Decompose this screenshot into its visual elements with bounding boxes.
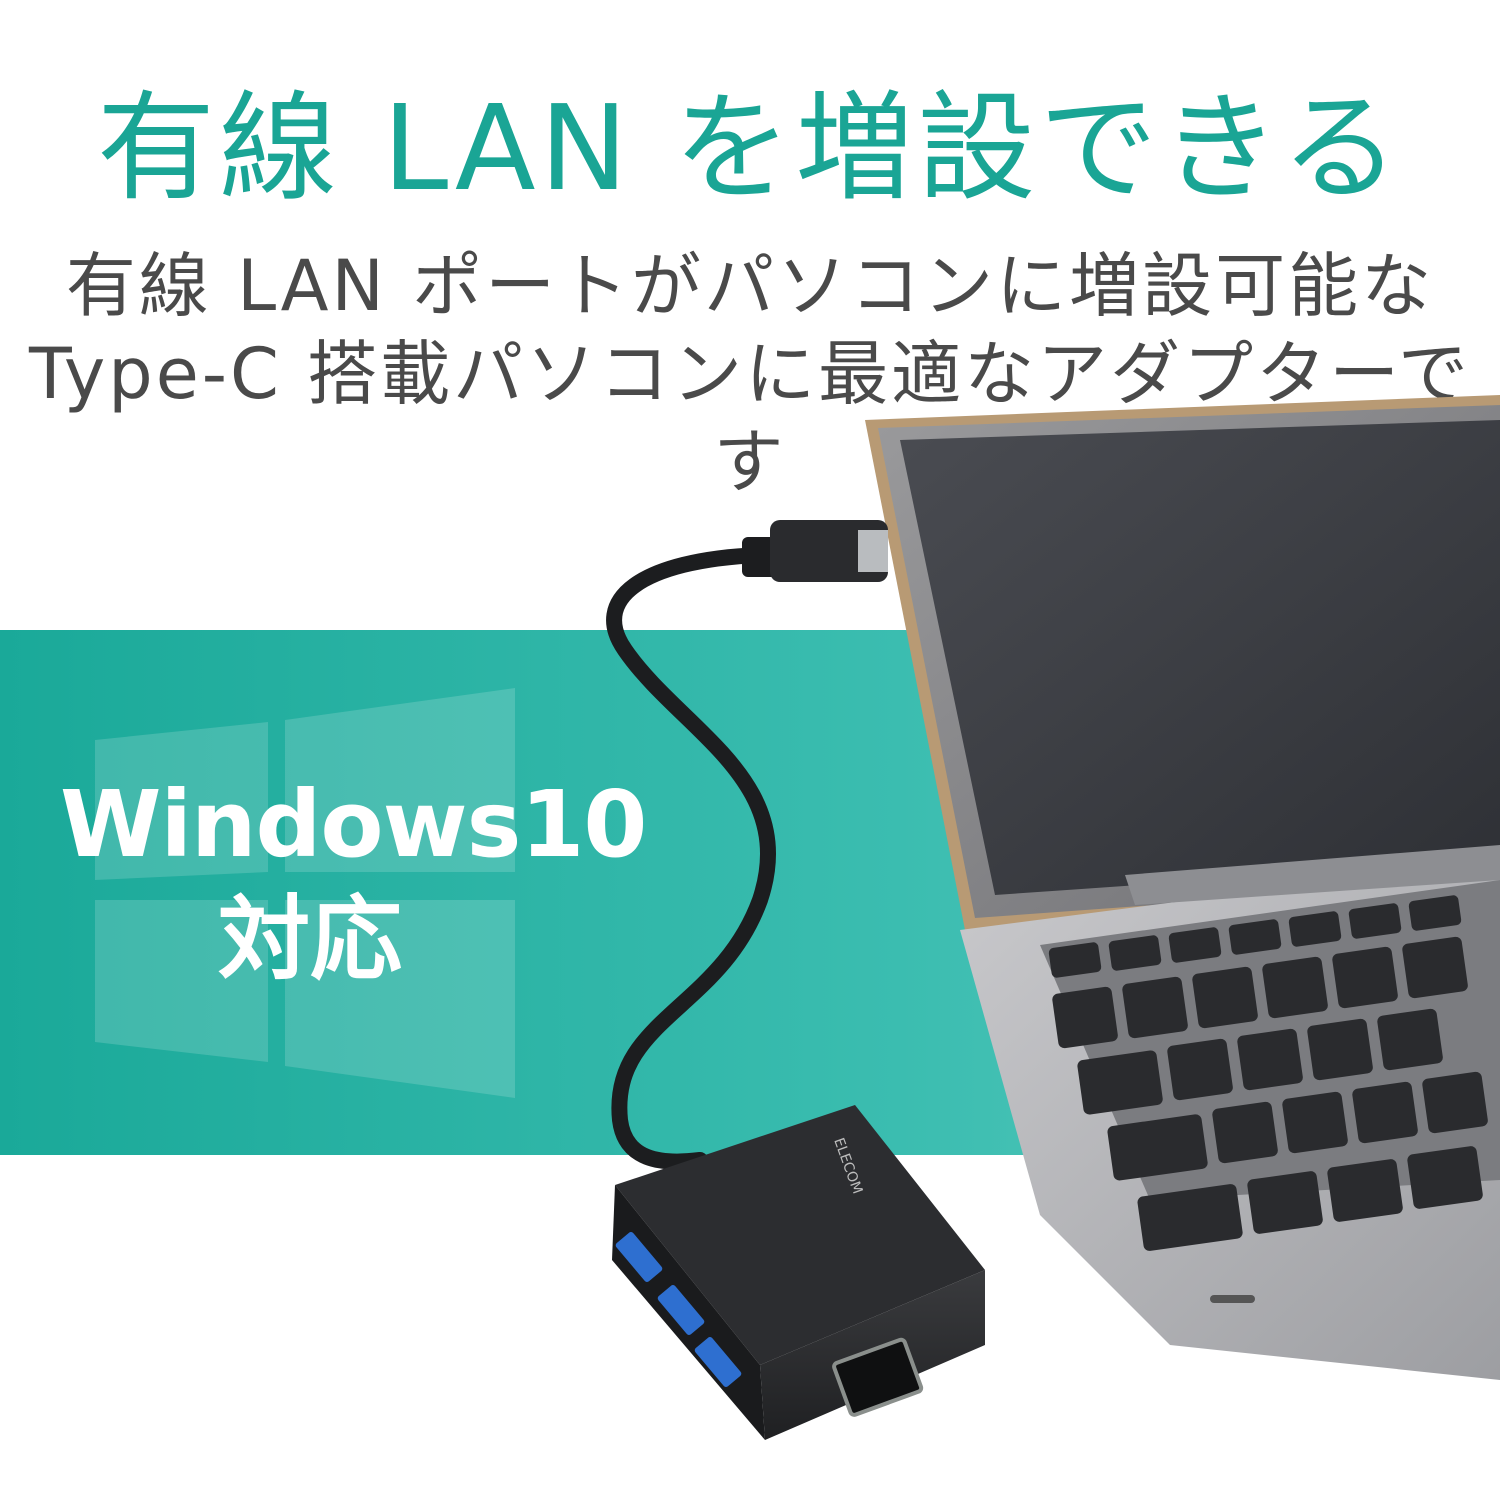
- usb-c-plug: [742, 520, 888, 582]
- laptop: [865, 395, 1500, 1380]
- usb-cable: [606, 547, 776, 1170]
- product-photo: ELECOM: [606, 395, 1500, 1440]
